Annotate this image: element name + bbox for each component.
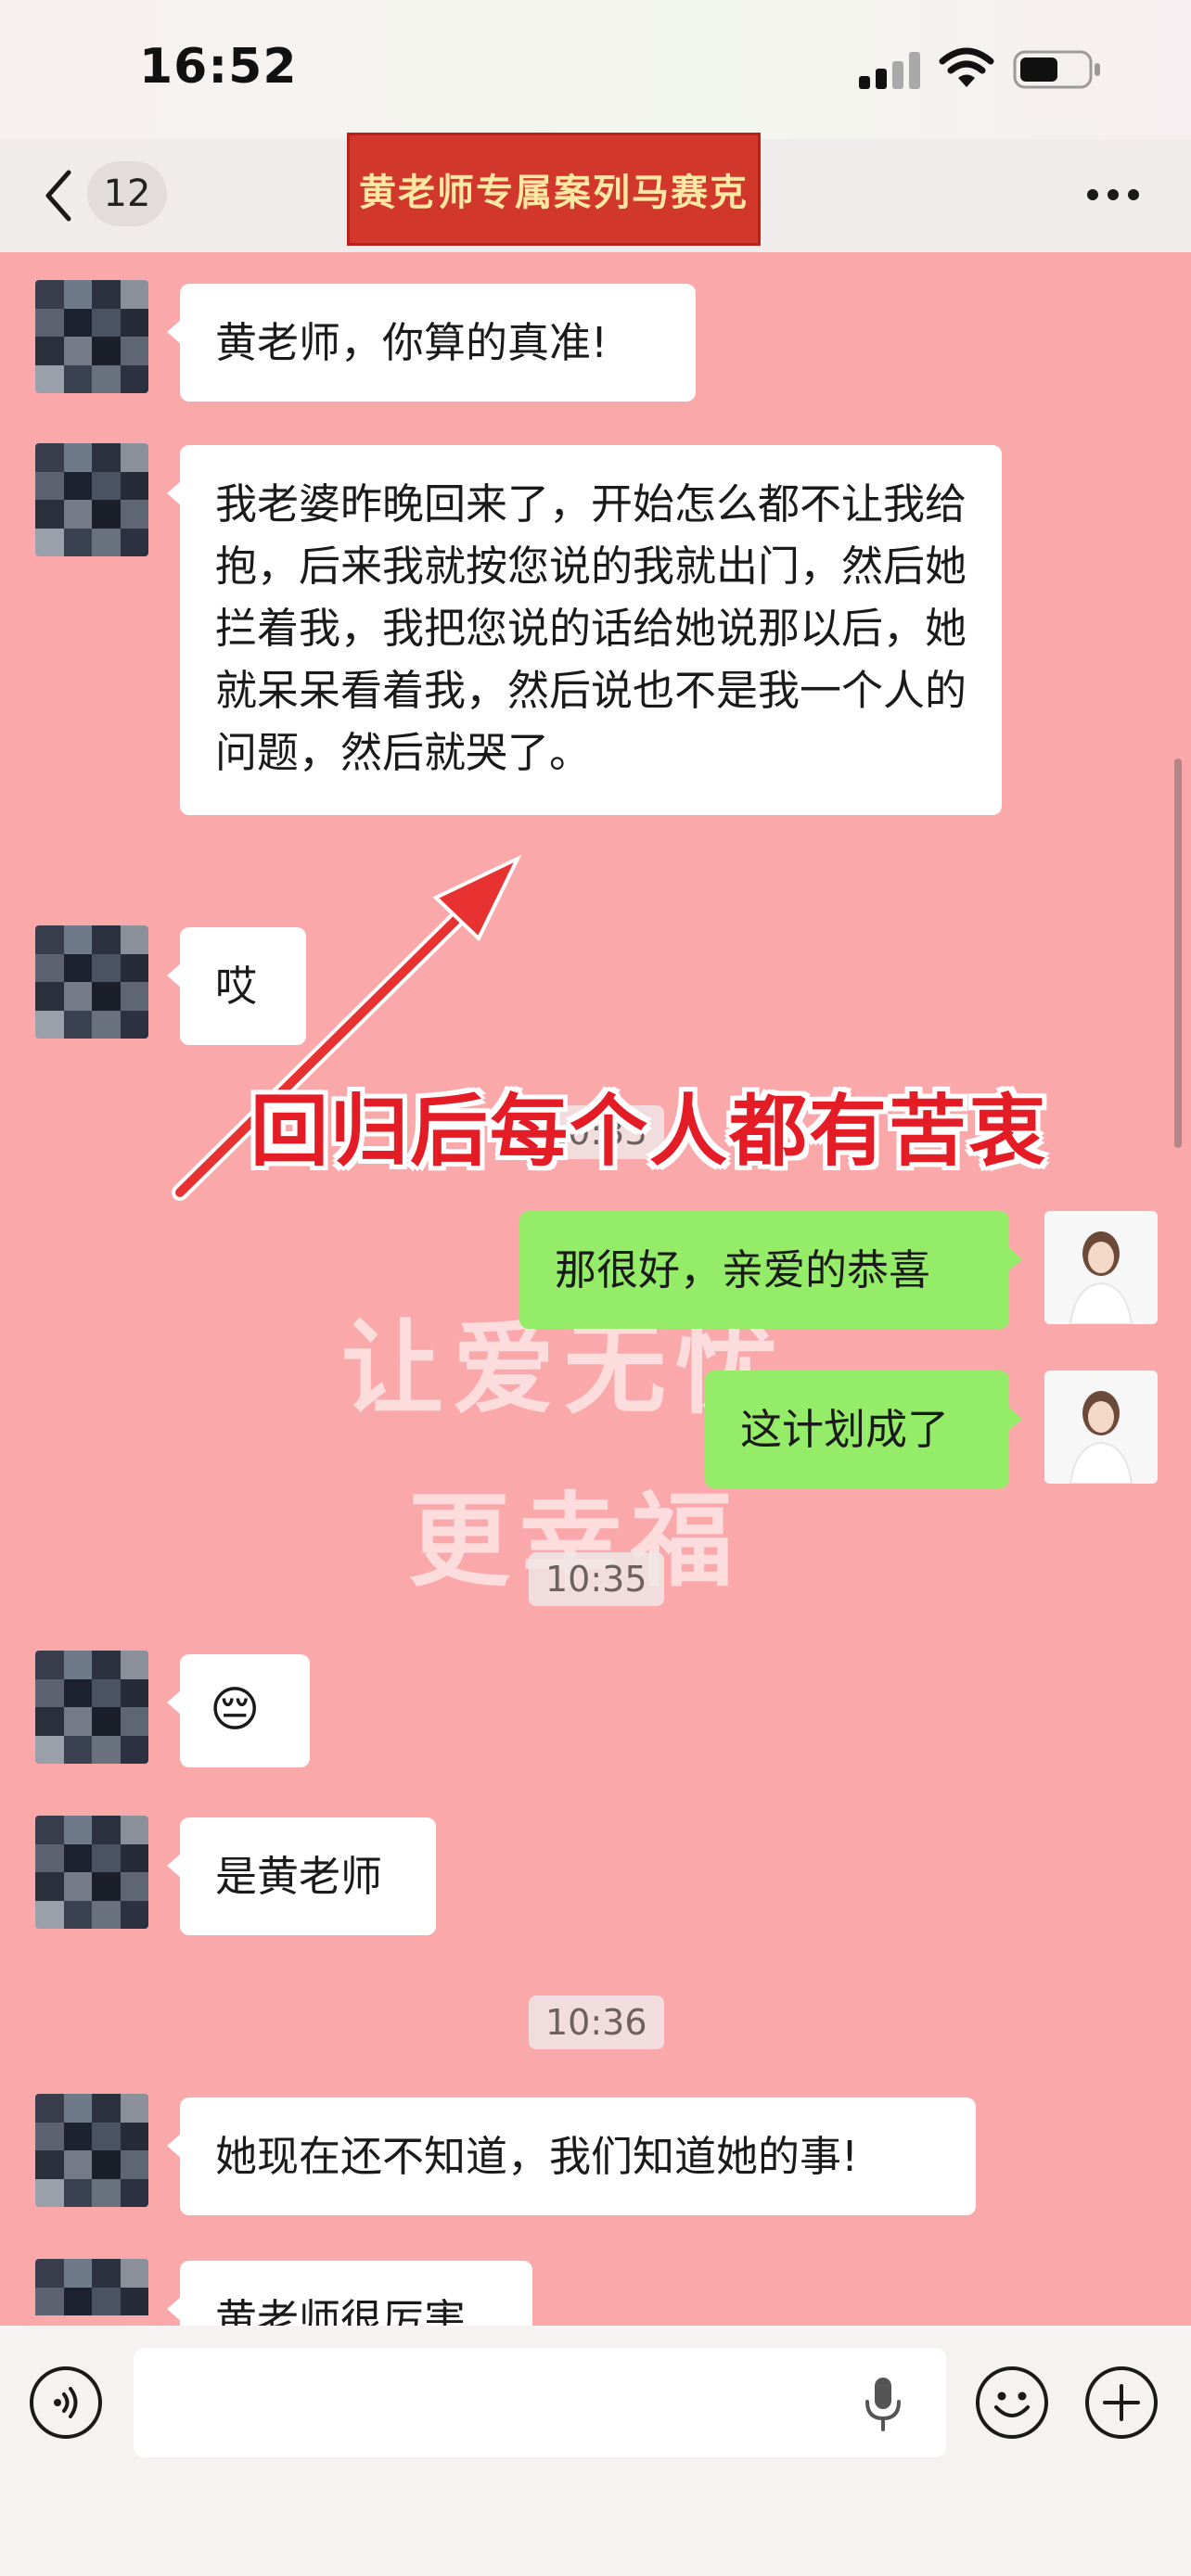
cellular-signal-icon [859,52,922,89]
message-bubble[interactable]: 😔 [167,1654,310,1767]
self-avatar[interactable] [1044,1211,1158,1324]
status-time: 16:52 [139,39,298,95]
message-bubble[interactable]: 她现在还不知道，我们知道她的事! [167,2098,976,2215]
message-bubble[interactable]: 黄老师，你算的真准! [167,284,696,402]
wifi-icon [939,47,994,87]
contact-avatar[interactable] [35,1651,148,1764]
battery-icon [1013,50,1100,89]
emoji-icon[interactable] [976,2366,1048,2439]
contact-avatar[interactable] [35,1816,148,1929]
message-input[interactable] [134,2348,946,2457]
message-bubble[interactable]: 是黄老师 [167,1817,436,1935]
message-bubble-self[interactable]: 这计划成了 [705,1371,1022,1488]
chat-title-banner: 黄老师专属案列马赛克 [347,133,761,246]
chevron-left-icon[interactable] [43,169,74,223]
message-bubble[interactable]: 黄老师很厉害 [167,2261,532,2326]
plus-icon[interactable] [1085,2366,1158,2439]
emoji-message: 😔 [210,1682,261,1738]
unread-count-badge[interactable]: 12 [87,161,167,226]
self-avatar[interactable] [1044,1371,1158,1484]
scrollbar[interactable] [1174,759,1182,1148]
message-bubble[interactable]: 我老婆昨晚回来了，开始怎么都不让我给抱，后来我就按您说的我就出门，然后她拦着我，… [167,445,1002,815]
contact-avatar[interactable] [35,2094,148,2207]
contact-avatar[interactable] [35,280,148,393]
timestamp: 10:36 [529,1996,664,2049]
annotation-text: 回归后每个人都有苦衷 [250,1086,1049,1177]
contact-avatar[interactable] [35,443,148,556]
contact-avatar[interactable] [35,925,148,1039]
voice-toggle-icon[interactable] [30,2366,102,2439]
microphone-icon[interactable] [863,2376,903,2433]
timestamp: 10:35 [529,1552,664,1606]
more-dots-icon[interactable] [1085,187,1141,202]
message-bubble-self[interactable]: 那很好，亲爱的恭喜 [519,1211,1022,1329]
chat-area[interactable]: 让爱无忧 更幸福 黄老师，你算的真准! 我老婆昨晚回来了，开始怎么都不让我给抱，… [0,252,1191,2326]
chat-title: 黄老师专属案列马赛克 [359,172,749,214]
contact-avatar[interactable] [35,2259,148,2326]
status-bar: 16:52 [0,0,1191,139]
